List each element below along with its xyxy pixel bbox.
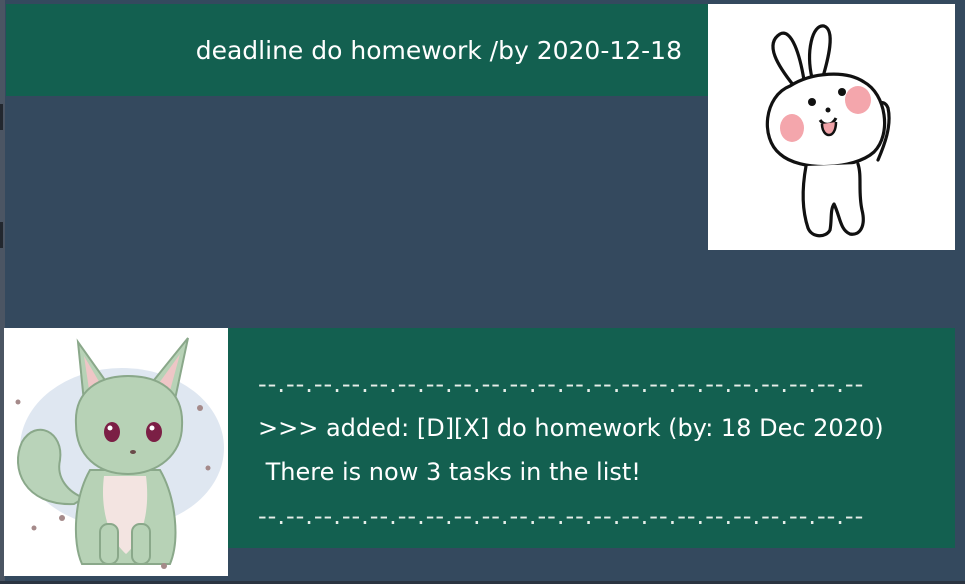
user-message-text: deadline do homework /by 2020-12-18: [195, 35, 682, 65]
bot-message-bubble: --.--.--.--.--.--.--.--.--.--.--.--.--.-…: [228, 328, 955, 548]
fox-avatar-icon: [15, 337, 224, 569]
divider-top: --.--.--.--.--.--.--.--.--.--.--.--.--.-…: [258, 370, 865, 398]
task-added-line: >>> added: [D][X] do homework (by: 18 De…: [258, 414, 884, 442]
task-count-line: There is now 3 tasks in the list!: [258, 458, 641, 486]
user-message-bubble: deadline do homework /by 2020-12-18: [6, 4, 708, 96]
edge-marker: [0, 222, 3, 248]
bunny-avatar-icon: [765, 24, 891, 238]
edge-marker: [0, 104, 3, 130]
divider-bottom: --.--.--.--.--.--.--.--.--.--.--.--.--.-…: [258, 502, 865, 530]
user-avatar: [708, 4, 955, 250]
bot-avatar: [4, 328, 228, 576]
